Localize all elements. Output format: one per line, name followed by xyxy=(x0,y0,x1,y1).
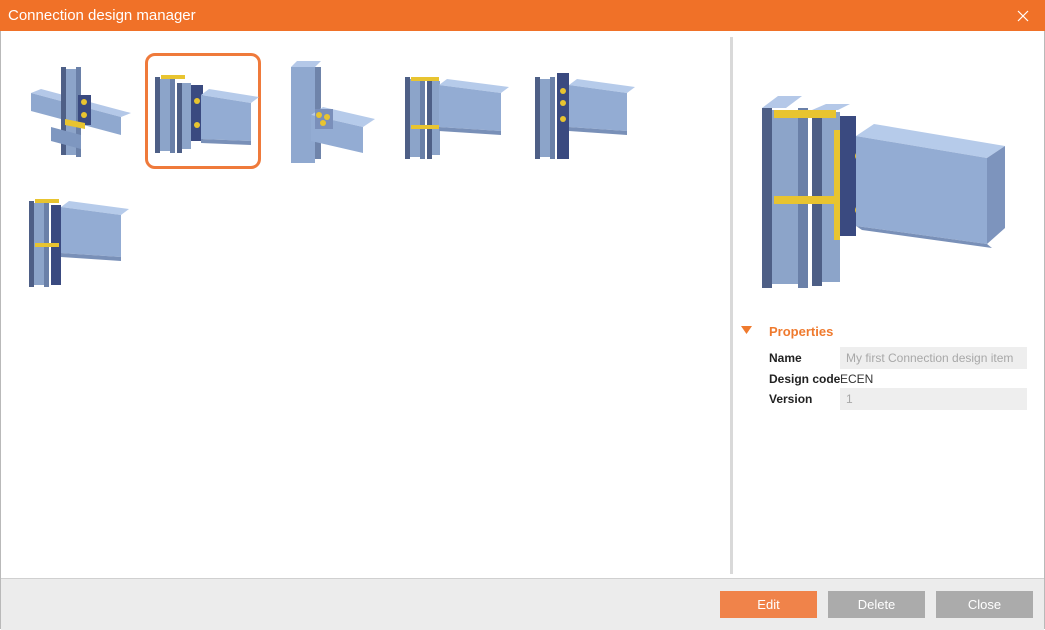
haunched-end-plate-connection-icon xyxy=(29,199,129,287)
connection-gallery xyxy=(1,31,729,578)
connection-thumbnail-hollow-section[interactable] xyxy=(271,57,387,173)
connection-thumbnail-stiffened-end-plate[interactable] xyxy=(399,57,515,173)
end-plate-beam-to-column-connection-icon xyxy=(155,75,259,153)
design-code-value: ECEN xyxy=(840,372,874,386)
close-icon[interactable] xyxy=(1001,0,1045,31)
close-button[interactable]: Close xyxy=(936,591,1033,618)
property-row-name: Name My first Connection design item xyxy=(769,347,1029,369)
panel-divider xyxy=(730,37,733,574)
connection-thumbnail-cross-joint[interactable] xyxy=(21,57,137,173)
edit-button[interactable]: Edit xyxy=(720,591,817,618)
properties-title: Properties xyxy=(769,324,834,339)
connection-thumbnail-end-plate[interactable] xyxy=(145,53,261,169)
design-code-label: Design code xyxy=(769,372,841,386)
collapse-triangle-icon xyxy=(741,326,752,334)
hollow-section-tee-connection-icon xyxy=(291,61,375,163)
properties-header[interactable]: Properties xyxy=(741,322,1031,342)
version-field[interactable]: 1 xyxy=(840,388,1027,410)
connection-thumbnail-bolted-end-plate[interactable] xyxy=(525,57,641,173)
title-bar: Connection design manager xyxy=(0,0,1045,31)
connection-thumbnail-haunched[interactable] xyxy=(21,185,137,301)
name-field[interactable]: My first Connection design item xyxy=(840,347,1027,369)
property-row-design-code: Design code ECEN xyxy=(769,368,1029,390)
cross-joint-connection-icon xyxy=(31,67,131,157)
version-label: Version xyxy=(769,392,813,406)
name-label: Name xyxy=(769,351,802,365)
bolted-end-plate-connection-icon xyxy=(535,73,635,159)
stiffened-end-plate-connection-icon xyxy=(405,77,509,159)
delete-button[interactable]: Delete xyxy=(828,591,925,618)
window-title: Connection design manager xyxy=(8,7,196,24)
dialog-footer: Edit Delete Close xyxy=(1,578,1044,630)
connection-preview-icon xyxy=(750,88,1020,298)
property-row-version: Version 1 xyxy=(769,388,1029,410)
